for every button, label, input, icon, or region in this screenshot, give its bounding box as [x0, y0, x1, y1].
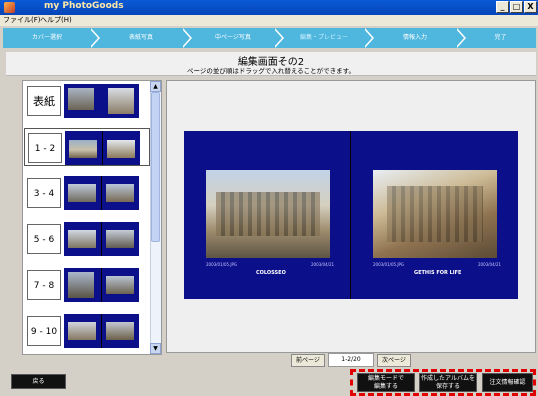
spread-spine	[350, 131, 351, 299]
thumbnail-row-3-4[interactable]: 3 - 4	[24, 174, 150, 212]
step-edit-preview: 編集・プレビュー	[299, 34, 348, 41]
step-complete: 完了	[494, 34, 507, 41]
menu-bar: ファイル(F) ヘルプ(H)	[0, 15, 538, 26]
menu-help[interactable]: ヘルプ(H)	[40, 15, 72, 26]
thumbnail-row-1-2[interactable]: 1 - 2	[24, 128, 150, 166]
thumbnail-image	[64, 314, 139, 348]
next-page-button[interactable]: 次ページ	[377, 354, 411, 367]
thumbnail-label: 9 - 10	[27, 316, 61, 346]
step-inner-photos: 中ページ写真	[215, 34, 251, 41]
back-button[interactable]: 戻る	[11, 374, 66, 389]
step-cover-select: カバー選択	[31, 34, 62, 41]
thumbnail-image	[64, 222, 139, 256]
thumbnail-label: 3 - 4	[27, 178, 61, 208]
thumbnail-image	[64, 268, 139, 302]
right-photo-date: 2003/04/21	[478, 262, 502, 267]
thumbnail-image	[64, 176, 139, 210]
thumbnail-row-7-8[interactable]: 7 - 8	[24, 266, 150, 304]
app-icon	[4, 2, 15, 13]
left-photo-filename: 2003/01/05.JPG	[206, 262, 238, 267]
page-header: 編集画面その2 ページの並び順はドラッグで入れ替えることができます。	[6, 52, 536, 76]
left-photo-date: 2003/04/21	[311, 262, 335, 267]
thumbnail-label: 1 - 2	[28, 133, 62, 163]
page-indicator: 1-2/20	[328, 353, 374, 367]
menu-file[interactable]: ファイル(F)	[3, 15, 41, 26]
thumbnail-row-9-10[interactable]: 9 - 10	[24, 312, 150, 350]
left-page-photo[interactable]	[206, 170, 330, 258]
thumbnail-row-5-6[interactable]: 5 - 6	[24, 220, 150, 258]
right-page-caption: GETHIS FOR LIFE	[414, 270, 462, 276]
right-page-photo[interactable]	[373, 170, 497, 258]
minimize-button[interactable]: _	[496, 1, 509, 13]
thumbnail-label: 表紙	[27, 86, 61, 116]
thumbnail-label: 7 - 8	[27, 270, 61, 300]
thumbnail-image	[65, 131, 140, 165]
thumbnail-image	[64, 84, 139, 118]
scrollbar-thumb[interactable]	[151, 92, 160, 242]
step-info-input: 情報入力	[402, 34, 427, 41]
close-button[interactable]: X	[524, 1, 537, 13]
window-title: my PhotoGoods	[44, 1, 124, 11]
scroll-up-icon[interactable]: ▲	[150, 81, 161, 92]
maximize-button[interactable]: □	[510, 1, 523, 13]
left-page-caption: COLOSSEO	[256, 270, 286, 276]
step-cover-photo: 表紙写真	[128, 34, 153, 41]
title-bar: my PhotoGoods _ □ X	[0, 0, 538, 15]
highlight-annotation	[350, 369, 536, 396]
right-photo-filename: 2003/01/05.JPG	[373, 262, 405, 267]
step-progress-bar: カバー選択 表紙写真 中ページ写真 編集・プレビュー 情報入力 完了	[3, 28, 536, 48]
prev-page-button[interactable]: 前ページ	[291, 354, 325, 367]
page-subtitle: ページの並び順はドラッグで入れ替えることができます。	[186, 67, 356, 75]
thumbnail-label: 5 - 6	[27, 224, 61, 254]
scroll-down-icon[interactable]: ▼	[150, 343, 161, 354]
thumbnail-row-cover[interactable]: 表紙	[24, 82, 150, 120]
